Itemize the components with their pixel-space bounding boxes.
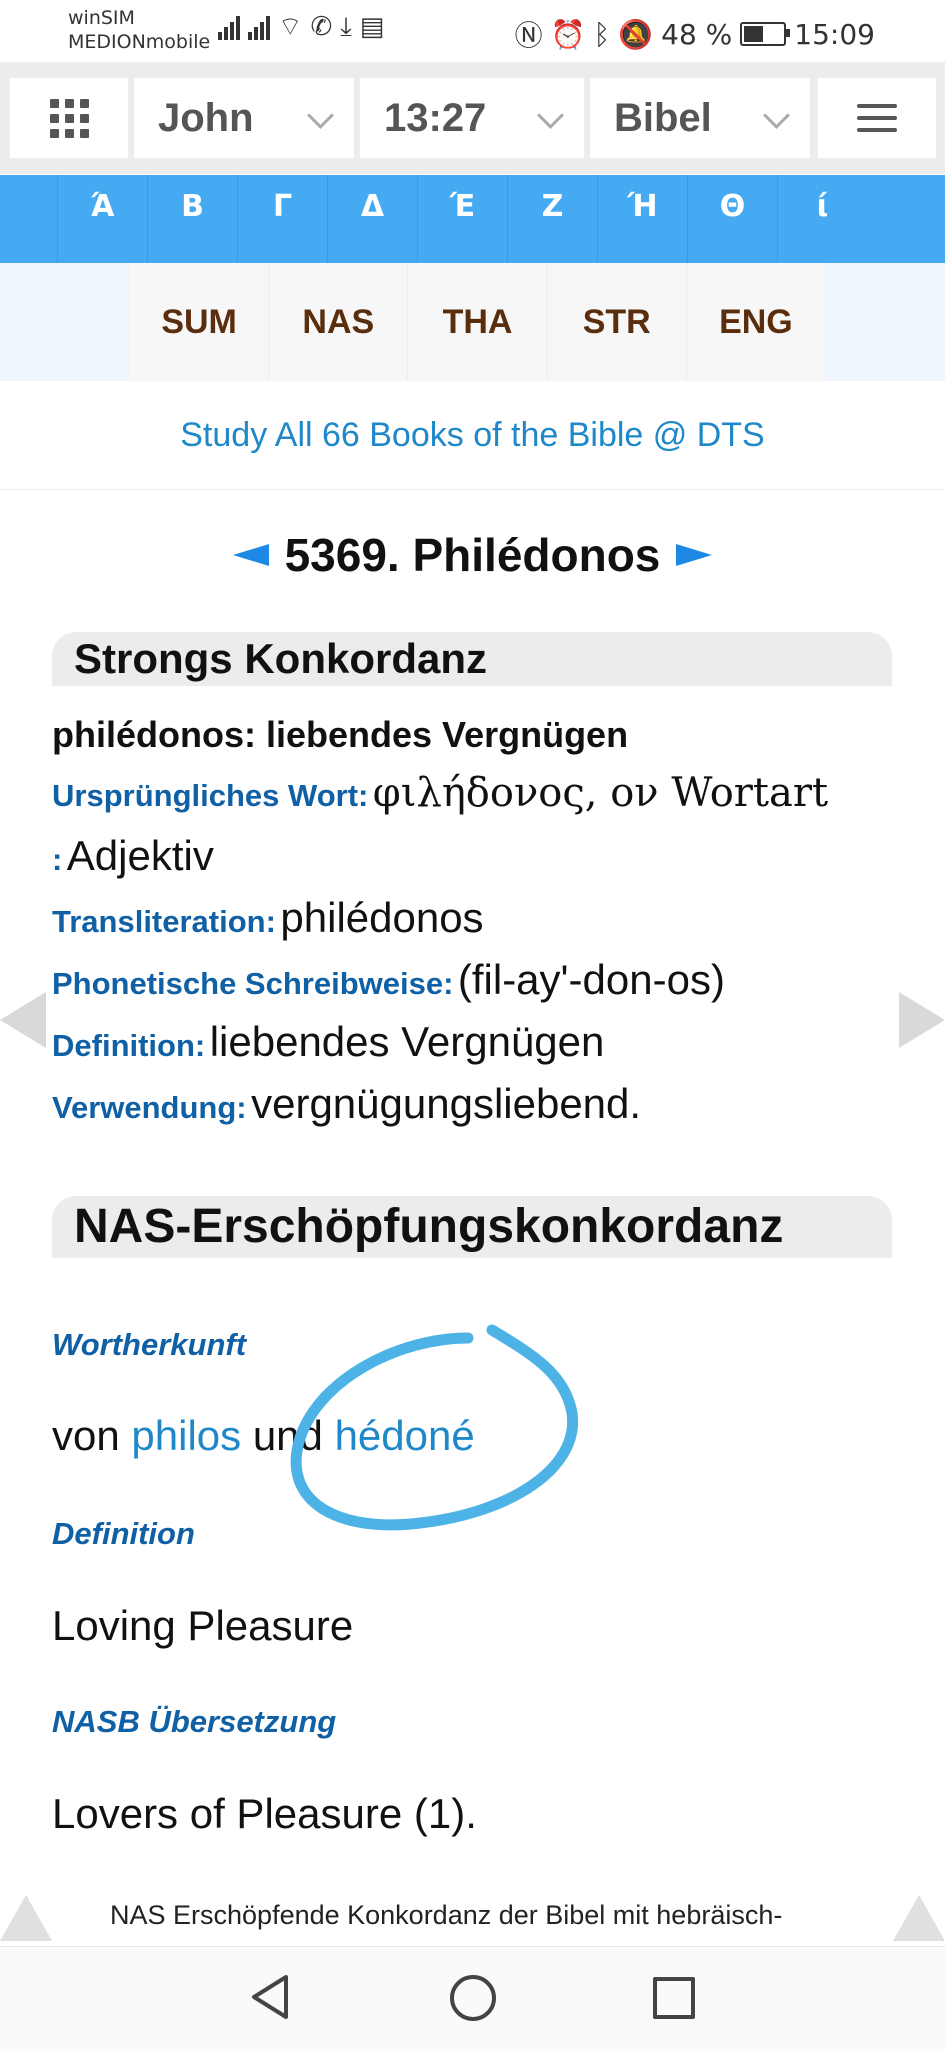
strongs-section-header: Strongs Konkordanz [52,632,892,686]
origin-prefix: von [52,1412,120,1459]
hamburger-icon [857,96,897,140]
origin-link-philos[interactable]: philos [131,1412,241,1459]
chevron-down-icon [763,102,790,129]
previous-page-arrow-icon[interactable] [0,992,46,1048]
next-page-arrow-icon[interactable] [899,992,945,1048]
page-title: 5369. Philédonos [284,529,661,581]
status-bar: winSIM MEDIONmobile ⌔ ✆ ⤓ ▤ Ⓝ ⏰ ᛒ 🔕 48 %… [0,0,945,62]
mute-icon: 🔕 [618,17,654,51]
chevron-down-icon [307,102,334,129]
verse-select[interactable]: 13:27 [360,78,584,158]
definition-value: liebendes Vergnügen [209,1018,605,1065]
definition-label: Definition: [52,1028,206,1063]
download-icon: ⤓ [340,12,352,42]
nas-definition-value: Loving Pleasure [52,1602,354,1649]
part-of-speech-value: Adjektiv [66,832,214,879]
phonetic-value: (fil-ay'-don-os) [457,956,725,1003]
system-navigation-bar [0,1946,945,2049]
back-icon[interactable] [248,1973,292,2021]
tab-eng[interactable]: ENG [687,263,825,381]
greek-letter[interactable]: Β [147,175,237,263]
status-icons-right: Ⓝ ⏰ ᛒ 🔕 48 % 15:09 [515,14,875,54]
battery-percent: 48 % [661,17,733,51]
previous-entry-arrow-icon[interactable] [232,544,269,566]
chevron-down-icon [537,102,564,129]
signal-icon [248,14,270,40]
usage-row: Verwendung: vergnügungsliebend. [52,1080,905,1128]
scroll-up-right-arrow-icon[interactable] [893,1895,945,1941]
usage-value: vergnügungsliebend. [251,1080,642,1127]
transliteration-label: Transliteration: [52,904,276,939]
word-origin-label: Wortherkunft [52,1327,247,1362]
greek-letter[interactable]: Γ [237,175,327,263]
book-select-value: John [158,95,254,140]
grid-icon [49,98,89,138]
greek-letter[interactable]: Ζ [507,175,597,263]
nas-definition-label: Definition [52,1516,195,1551]
battery-icon [740,22,791,46]
greek-letter[interactable]: Έ [417,175,507,263]
carrier-name: winSIM MEDIONmobile [68,6,210,54]
tab-nas[interactable]: NAS [269,263,409,381]
scroll-up-left-arrow-icon[interactable] [0,1895,52,1941]
nfc-icon: Ⓝ [514,19,543,52]
apps-menu-button[interactable] [10,78,128,158]
greek-letter[interactable]: Ή [597,175,687,263]
original-word-row: Ursprüngliches Wort: φιλήδονος, ον Worta… [52,770,905,816]
tab-tha[interactable]: THA [408,263,548,381]
strongs-headline: philédonos: liebendes Vergnügen [52,714,629,755]
battery-level [744,26,763,42]
carrier-line-1: winSIM [68,7,135,29]
calendar-icon: ▤ [359,12,385,42]
usage-label: Verwendung: [52,1090,247,1125]
part-of-speech-label: : [52,842,63,877]
clock: 15:09 [794,17,875,51]
recent-apps-icon[interactable] [653,1977,695,2019]
version-select-value: Bibel [614,95,712,140]
whatsapp-icon: ✆ [310,12,333,42]
tab-str[interactable]: STR [548,263,687,381]
tab-bar: SUM NAS THA STR ENG [0,263,945,381]
greek-letter[interactable]: Δ [327,175,417,263]
greek-letter[interactable]: Ά [57,175,147,263]
main-menu-button[interactable] [818,78,936,158]
wifi-icon: ⌔ [278,12,303,42]
carrier-line-2: MEDIONmobile [68,31,211,53]
verse-select-value: 13:27 [384,95,487,140]
greek-letter[interactable]: Θ [687,175,777,263]
phonetic-label: Phonetische Schreibweise: [52,966,454,1001]
home-icon[interactable] [450,1975,496,2021]
dts-link[interactable]: Study All 66 Books of the Bible @ DTS [0,381,945,490]
definition-row: Definition: liebendes Vergnügen [52,1018,905,1066]
book-select[interactable]: John [134,78,354,158]
annotation-circle-icon [290,1324,579,1531]
footer-note: NAS Erschöpfende Konkordanz der Bibel mi… [110,1900,783,1930]
greek-letter[interactable]: ί [777,175,867,263]
nasb-translation-label: NASB Übersetzung [52,1704,337,1739]
tab-sum[interactable]: SUM [130,263,270,381]
part-of-speech-row: : Adjektiv [52,832,905,880]
signal-icon [218,14,240,40]
alarm-icon: ⏰ [550,17,586,51]
entry-title-row: 5369. Philédonos [0,528,945,582]
nas-section-header: NAS-Erschöpfungskonkordanz [52,1196,892,1258]
top-navigation: John 13:27 Bibel [0,62,945,174]
version-select[interactable]: Bibel [590,78,810,158]
original-word-value: φιλήδονος, ον Wortart [372,770,829,816]
next-entry-arrow-icon[interactable] [676,544,713,566]
transliteration-value: philédonos [280,894,484,941]
status-icons-left: ⌔ ✆ ⤓ ▤ [218,14,384,40]
nasb-translation-value: Lovers of Pleasure (1). [52,1790,477,1837]
phonetic-row: Phonetische Schreibweise: (fil-ay'-don-o… [52,956,905,1004]
greek-alphabet-bar: Ά Β Γ Δ Έ Ζ Ή Θ ί [0,175,945,263]
bluetooth-icon: ᛒ [593,17,611,51]
transliteration-row: Transliteration: philédonos [52,894,905,942]
original-word-label: Ursprüngliches Wort: [52,778,369,813]
